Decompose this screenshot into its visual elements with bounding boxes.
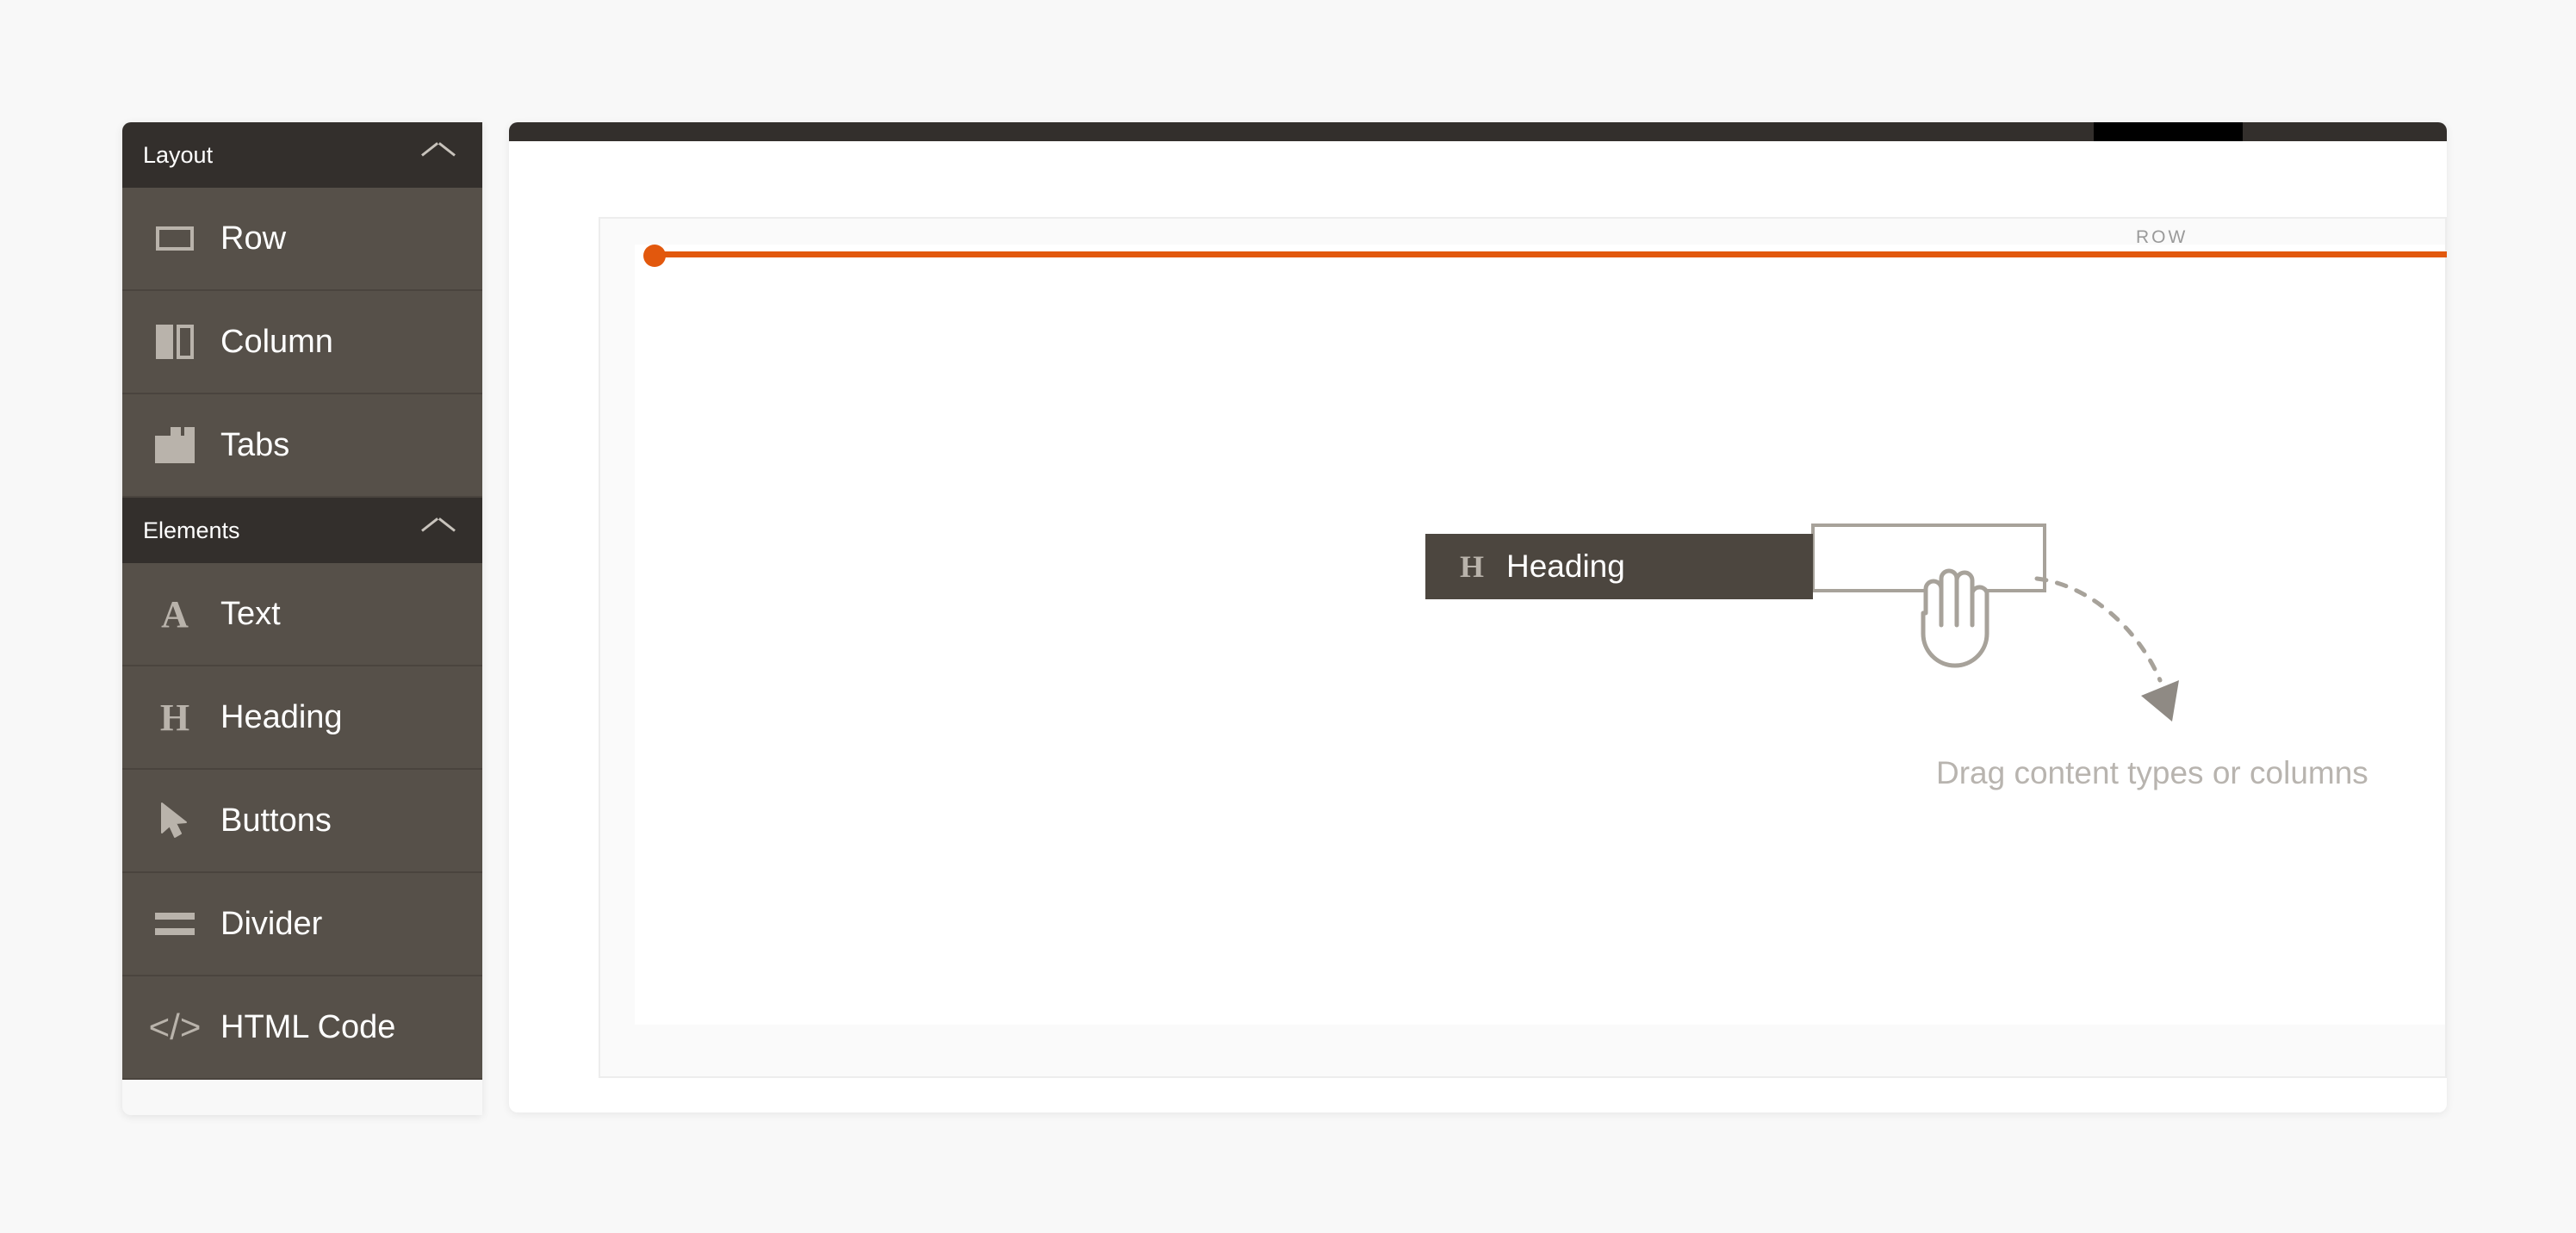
sidebar-item-divider-label: Divider (220, 905, 323, 942)
content-blocks-sidebar: Layout Row Column Tabs Elements A Text H… (122, 122, 482, 1115)
drag-direction-arrow (2033, 542, 2308, 740)
sidebar-item-text[interactable]: A Text (122, 563, 482, 666)
sidebar-item-column[interactable]: Column (122, 291, 482, 394)
row-icon (143, 226, 207, 251)
html-code-icon: </> (148, 1007, 202, 1047)
sidebar-item-text-label: Text (220, 595, 281, 632)
canvas-top-bar-segment (2094, 122, 2243, 141)
sidebar-item-buttons[interactable]: Buttons (122, 770, 482, 873)
sidebar-item-tabs[interactable]: Tabs (122, 394, 482, 498)
sidebar-item-column-label: Column (220, 323, 333, 360)
chevron-up-icon[interactable] (422, 146, 455, 164)
sidebar-item-divider[interactable]: Divider (122, 873, 482, 976)
sidebar-item-tabs-label: Tabs (220, 426, 290, 463)
heading-h-icon: H (159, 696, 190, 739)
tabs-icon (143, 427, 207, 463)
open-hand-cursor (1895, 551, 2015, 676)
heading-h-icon: H (1459, 549, 1484, 584)
section-header-elements-label: Elements (143, 517, 240, 543)
sidebar-item-row-label: Row (220, 220, 287, 257)
sidebar-item-heading[interactable]: H Heading (122, 666, 482, 770)
divider-icon (143, 913, 207, 935)
chevron-up-icon[interactable] (422, 521, 455, 540)
drag-handle-dot[interactable] (643, 245, 666, 267)
drag-preview-label: Heading (1506, 548, 1625, 584)
sidebar-item-html-code-label: HTML Code (220, 1008, 396, 1045)
drop-hint-text: Drag content types or columns (1936, 755, 2368, 790)
sidebar-item-html-code[interactable]: </> HTML Code (122, 976, 482, 1080)
column-icon (143, 325, 207, 359)
drag-preview-heading[interactable]: H Heading (1425, 534, 1813, 599)
sidebar-item-row[interactable]: Row (122, 188, 482, 291)
cursor-arrow-icon (143, 802, 207, 840)
section-header-layout-label: Layout (143, 141, 214, 168)
sidebar-item-buttons-label: Buttons (220, 802, 332, 839)
row-label: ROW (2136, 227, 2188, 247)
drop-indicator-line (659, 251, 2447, 257)
sidebar-item-heading-label: Heading (220, 698, 343, 735)
section-header-elements[interactable]: Elements (122, 498, 482, 563)
canvas-top-bar (509, 122, 2447, 141)
section-header-layout[interactable]: Layout (122, 122, 482, 188)
text-a-icon: A (161, 592, 189, 635)
